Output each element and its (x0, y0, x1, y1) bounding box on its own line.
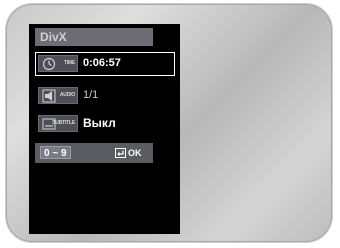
enter-icon (115, 148, 126, 158)
audio-icon (42, 89, 56, 103)
subtitle-label: SUBTITLE (52, 120, 75, 126)
audio-label: AUDIO (59, 92, 75, 98)
subtitle-icon-box: SUBTITLE (38, 115, 78, 132)
digits-key[interactable]: 0 ~ 9 (40, 146, 71, 159)
osd-row-audio[interactable]: AUDIO 1/1 (35, 84, 175, 108)
osd-row-time[interactable]: TIME 0:06:57 (35, 52, 175, 76)
osd-title: DivX (35, 28, 153, 46)
time-icon (42, 57, 56, 71)
time-icon-box: TIME (38, 55, 78, 72)
time-value: 0:06:57 (83, 57, 121, 69)
audio-value: 1/1 (83, 89, 99, 101)
time-label: TIME (63, 60, 75, 66)
audio-icon-box: AUDIO (38, 87, 78, 104)
ok-button[interactable]: OK (115, 147, 142, 159)
osd-footer: 0 ~ 9 OK (35, 143, 153, 163)
osd-row-subtitle[interactable]: SUBTITLE Выкл (35, 112, 175, 136)
subtitle-value: Выкл (83, 116, 116, 130)
ok-label: OK (128, 148, 142, 158)
